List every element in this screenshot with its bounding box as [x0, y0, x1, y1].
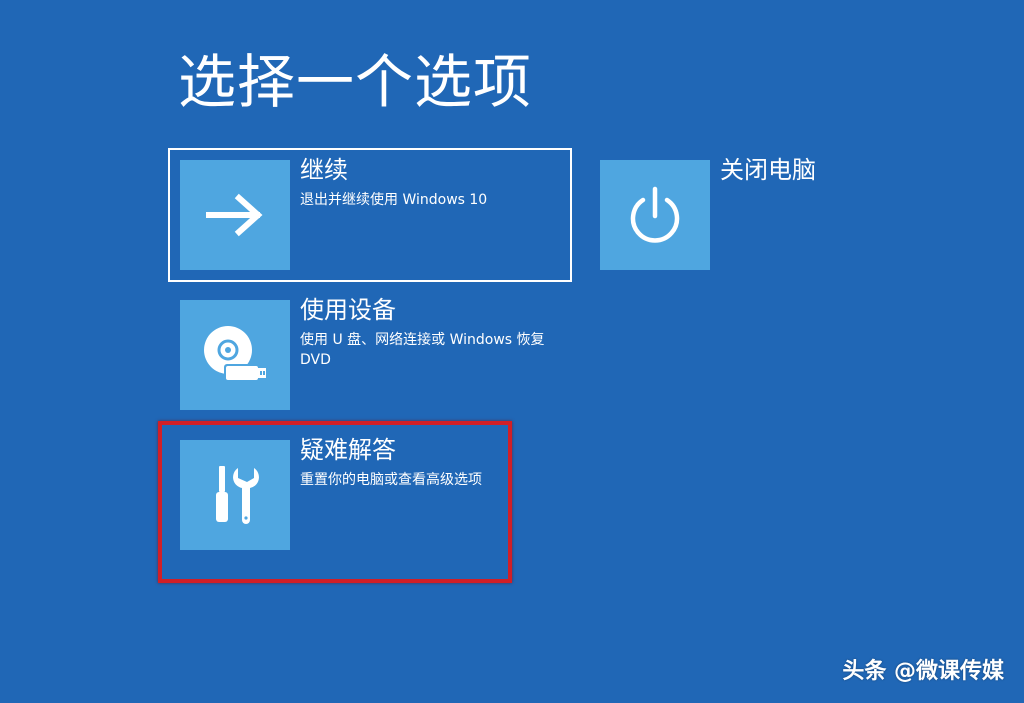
highlight-box [158, 421, 512, 583]
shutdown-option[interactable]: 关闭电脑 [590, 148, 850, 282]
arrow-right-icon [206, 193, 263, 237]
use-device-title: 使用设备 [300, 296, 396, 324]
shutdown-tile [600, 160, 710, 270]
power-icon [630, 186, 680, 243]
disc-usb-icon [204, 326, 266, 382]
continue-description: 退出并继续使用 Windows 10 [300, 192, 488, 208]
continue-title: 继续 [300, 156, 348, 184]
continue-option[interactable]: 继续 退出并继续使用 Windows 10 [168, 148, 572, 282]
shutdown-title: 关闭电脑 [720, 156, 816, 184]
use-device-description: 使用 U 盘、网络连接或 Windows 恢复 DVD [300, 332, 545, 368]
use-device-tile [180, 300, 290, 410]
continue-tile [180, 160, 290, 270]
watermark: 头条 @微课传媒 [842, 659, 1004, 684]
use-device-option[interactable]: 使用设备 使用 U 盘、网络连接或 Windows 恢复 DVD [170, 290, 574, 420]
page-title: 选择一个选项 [178, 48, 533, 116]
